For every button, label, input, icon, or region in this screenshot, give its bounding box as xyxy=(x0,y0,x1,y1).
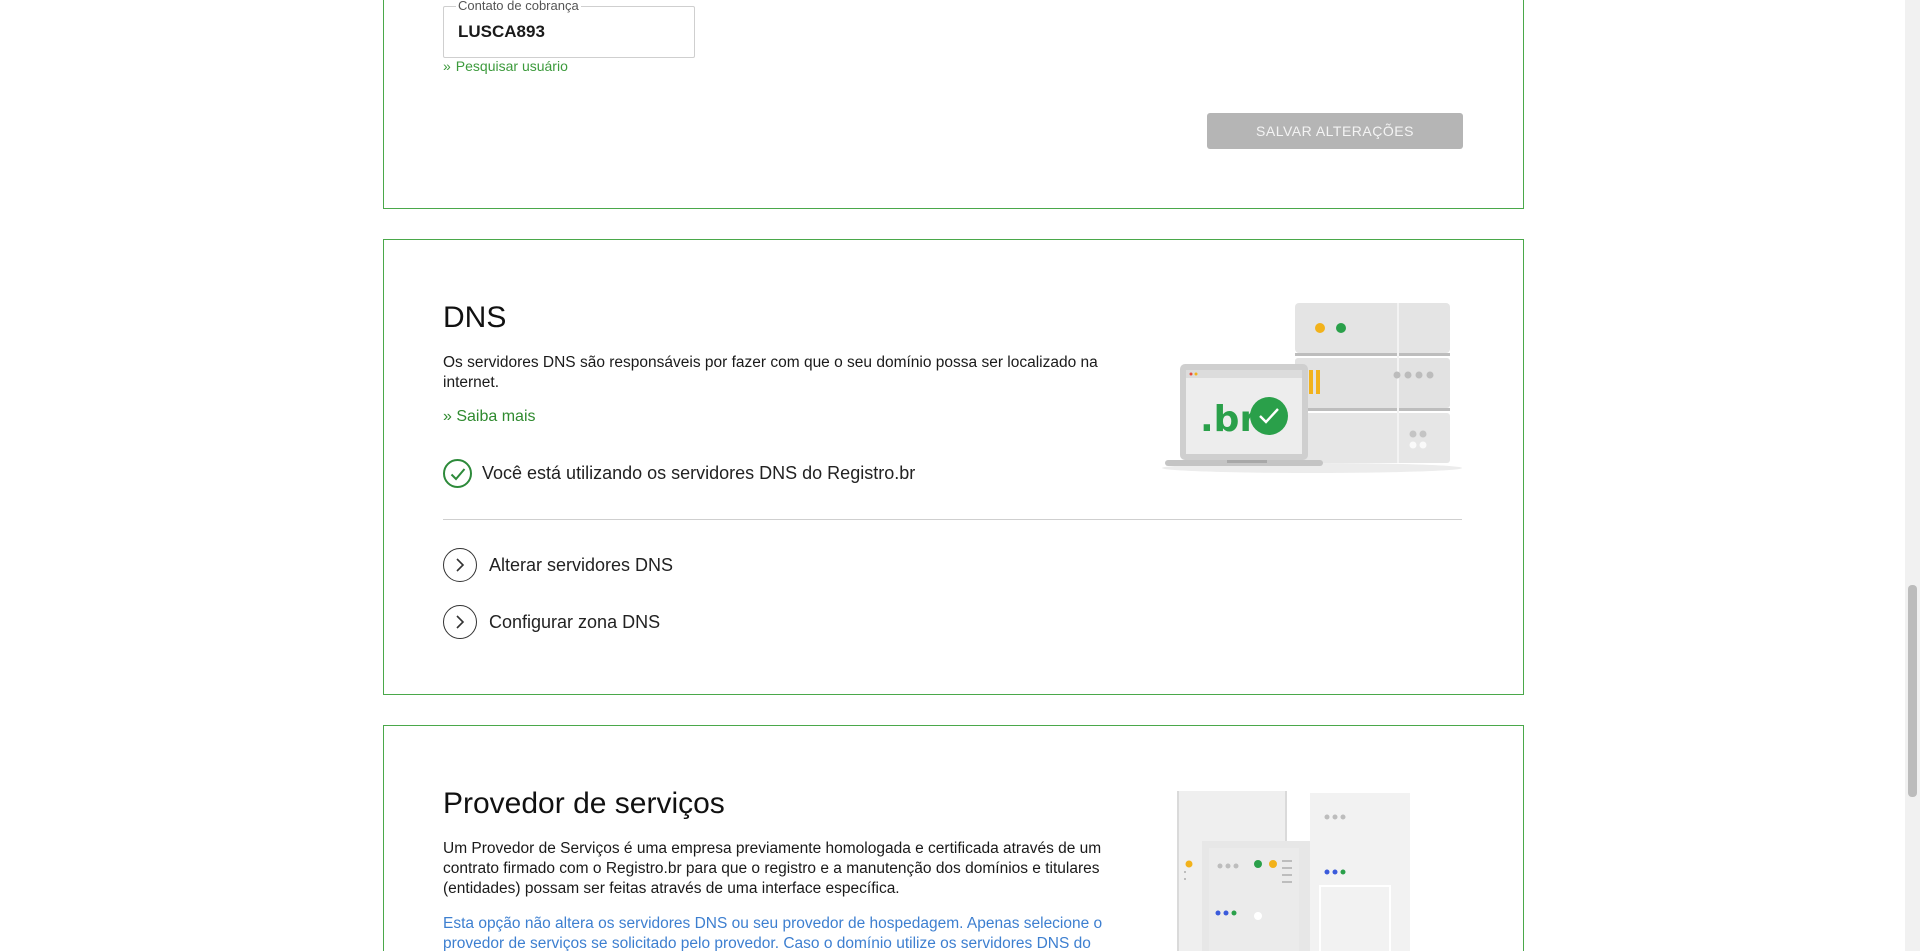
search-user-label: Pesquisar usuário xyxy=(455,58,568,74)
search-user-link[interactable]: » Pesquisar usuário xyxy=(443,58,568,74)
dns-status-text: Você está utilizando os servidores DNS d… xyxy=(482,463,916,483)
billing-contact-field[interactable]: Contato de cobrança LUSCA893 xyxy=(443,0,695,58)
save-changes-button[interactable]: SALVAR ALTERAÇÕES xyxy=(1207,113,1463,149)
configure-dns-zone-button[interactable]: Configurar zona DNS xyxy=(443,605,660,639)
service-provider-note: Esta opção não altera os servidores DNS … xyxy=(443,915,1103,951)
learn-more-link[interactable]: » Saiba mais xyxy=(443,408,536,426)
divider xyxy=(443,519,1462,520)
check-circle-icon xyxy=(443,459,472,488)
billing-contact-value[interactable]: LUSCA893 xyxy=(458,22,545,42)
service-provider-description: Um Provedor de Serviços é uma empresa pr… xyxy=(443,840,1102,897)
dns-card: DNS Os servidores DNS são responsáveis p… xyxy=(383,239,1524,695)
service-provider-title: Provedor de serviços xyxy=(443,787,725,820)
service-provider-illustration xyxy=(1177,791,1410,951)
dns-servers-illustration: .br xyxy=(1162,303,1462,473)
dns-status: Você está utilizando os servidores DNS d… xyxy=(443,459,915,488)
dns-description: Os servidores DNS são responsáveis por f… xyxy=(443,354,1098,391)
chevron-right-icon xyxy=(443,548,477,582)
page-scrollbar[interactable] xyxy=(1905,0,1920,951)
change-dns-servers-label: Alterar servidores DNS xyxy=(489,554,674,575)
chevron-right-icon xyxy=(443,605,477,639)
chevron-double-right-icon: » xyxy=(443,58,451,74)
billing-contact-label: Contato de cobrança xyxy=(456,0,581,13)
service-provider-card: Provedor de serviços Um Provedor de Serv… xyxy=(383,725,1524,951)
br-logo-icon: .br xyxy=(1200,399,1257,440)
billing-contact-card: Contato de cobrança LUSCA893 » Pesquisar … xyxy=(383,0,1524,209)
scrollbar-thumb[interactable] xyxy=(1908,585,1917,797)
configure-dns-zone-label: Configurar zona DNS xyxy=(489,611,661,632)
dns-title: DNS xyxy=(443,301,507,334)
change-dns-servers-button[interactable]: Alterar servidores DNS xyxy=(443,548,673,582)
